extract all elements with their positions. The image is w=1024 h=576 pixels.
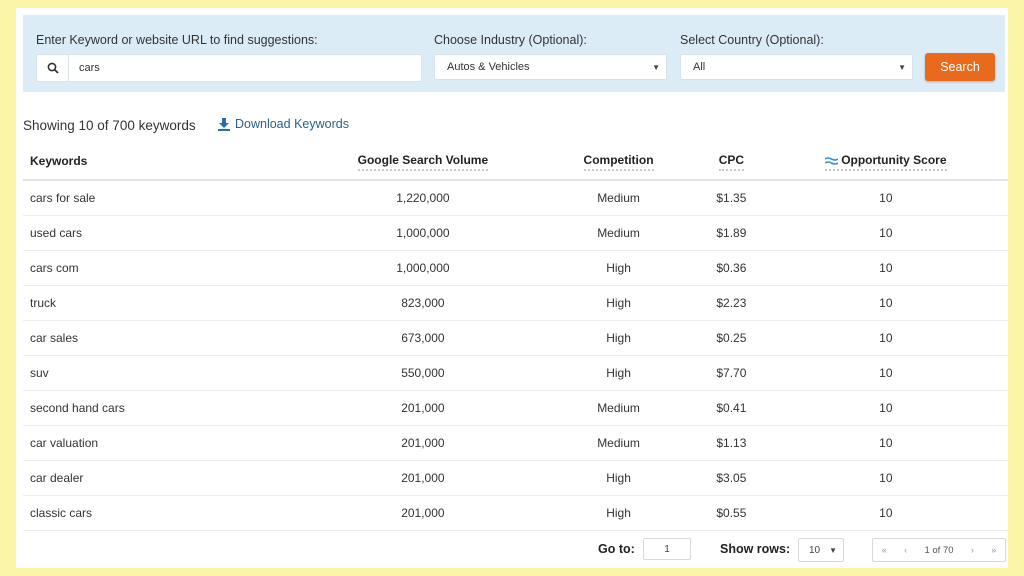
opportunity-score-cell: 10 — [763, 495, 1008, 531]
chevron-down-icon: ▼ — [898, 62, 906, 72]
cpc-cell: $1.13 — [699, 425, 764, 461]
cpc-cell: $0.25 — [699, 320, 764, 356]
competition-cell: High — [538, 355, 700, 391]
competition-cell: Medium — [538, 390, 700, 426]
first-page-button[interactable]: « — [882, 545, 887, 555]
table-row[interactable]: cars com 1,000,000 High $0.36 10 — [23, 250, 1008, 286]
table-row[interactable]: suv 550,000 High $7.70 10 — [23, 355, 1008, 391]
table-row[interactable]: classic cars 201,000 High $0.55 10 — [23, 495, 1008, 531]
cpc-cell: $3.05 — [699, 460, 764, 496]
search-volume-cell: 1,000,000 — [307, 215, 538, 251]
opportunity-score-cell: 10 — [763, 320, 1008, 356]
keyword-input-group[interactable] — [36, 54, 422, 82]
goto-label: Go to: — [598, 542, 635, 556]
prev-page-button[interactable]: ‹ — [904, 545, 907, 555]
search-volume-cell: 201,000 — [307, 425, 538, 461]
cpc-cell: $7.70 — [699, 355, 764, 391]
opportunity-score-cell: 10 — [763, 180, 1008, 216]
header-competition[interactable]: Competition — [538, 145, 700, 181]
keyword-cell: classic cars — [23, 495, 308, 531]
waves-icon — [824, 157, 839, 165]
keyword-cell: car dealer — [23, 460, 308, 496]
country-selected-value: All — [693, 61, 706, 73]
keyword-cell: cars com — [23, 250, 308, 286]
page-indicator: 1 of 70 — [924, 544, 954, 556]
header-keywords[interactable]: Keywords — [23, 145, 308, 181]
keyword-label: Enter Keyword or website URL to find sug… — [36, 33, 318, 47]
search-volume-cell: 201,000 — [307, 460, 538, 496]
results-summary: Showing 10 of 700 keywords — [23, 118, 196, 133]
competition-cell: High — [538, 250, 700, 286]
opportunity-score-cell: 10 — [763, 285, 1008, 321]
industry-label: Choose Industry (Optional): — [434, 33, 587, 47]
keyword-cell: car valuation — [23, 425, 308, 461]
header-search-volume[interactable]: Google Search Volume — [307, 145, 538, 181]
cpc-cell: $0.41 — [699, 390, 764, 426]
pagination-nav: « ‹ 1 of 70 › » — [872, 538, 1006, 562]
rows-per-page-select[interactable]: 10 ▼ — [798, 538, 844, 562]
competition-cell: Medium — [538, 215, 700, 251]
table-row[interactable]: second hand cars 201,000 Medium $0.41 10 — [23, 390, 1008, 426]
cpc-cell: $2.23 — [699, 285, 764, 321]
search-volume-cell: 1,000,000 — [307, 250, 538, 286]
competition-cell: Medium — [538, 425, 700, 461]
search-volume-cell: 1,220,000 — [307, 180, 538, 216]
header-cpc[interactable]: CPC — [699, 145, 764, 181]
search-button[interactable]: Search — [925, 53, 995, 81]
keyword-cell: truck — [23, 285, 308, 321]
search-volume-cell: 823,000 — [307, 285, 538, 321]
table-row[interactable]: car dealer 201,000 High $3.05 10 — [23, 460, 1008, 496]
opportunity-score-cell: 10 — [763, 390, 1008, 426]
industry-selected-value: Autos & Vehicles — [447, 61, 530, 73]
competition-cell: High — [538, 495, 700, 531]
table-row[interactable]: cars for sale 1,220,000 Medium $1.35 10 — [23, 180, 1008, 216]
cpc-cell: $1.35 — [699, 180, 764, 216]
search-volume-cell: 550,000 — [307, 355, 538, 391]
keyword-cell: suv — [23, 355, 308, 391]
country-select[interactable]: All ▼ — [680, 54, 913, 80]
search-icon — [37, 55, 69, 81]
keyword-cell: used cars — [23, 215, 308, 251]
download-icon — [218, 117, 230, 131]
keywords-table: Keywords Google Search Volume Competitio… — [23, 145, 1008, 531]
cpc-cell: $0.36 — [699, 250, 764, 286]
search-volume-cell: 673,000 — [307, 320, 538, 356]
header-opportunity-score[interactable]: Opportunity Score — [763, 145, 1008, 181]
table-row[interactable]: truck 823,000 High $2.23 10 — [23, 285, 1008, 321]
competition-cell: Medium — [538, 180, 700, 216]
page: Enter Keyword or website URL to find sug… — [16, 8, 1008, 568]
table-header-row: Keywords Google Search Volume Competitio… — [23, 145, 1008, 181]
opportunity-score-cell: 10 — [763, 425, 1008, 461]
cpc-cell: $0.55 — [699, 495, 764, 531]
rows-per-page-value: 10 — [809, 544, 821, 556]
download-keywords-label: Download Keywords — [235, 117, 349, 131]
table-row[interactable]: car valuation 201,000 Medium $1.13 10 — [23, 425, 1008, 461]
last-page-button[interactable]: » — [991, 545, 996, 555]
table-row[interactable]: used cars 1,000,000 Medium $1.89 10 — [23, 215, 1008, 251]
country-label: Select Country (Optional): — [680, 33, 824, 47]
competition-cell: High — [538, 320, 700, 356]
table-row[interactable]: car sales 673,000 High $0.25 10 — [23, 320, 1008, 356]
opportunity-score-cell: 10 — [763, 215, 1008, 251]
show-rows-label: Show rows: — [720, 542, 791, 556]
cpc-cell: $1.89 — [699, 215, 764, 251]
goto-page-input[interactable] — [643, 538, 691, 560]
opportunity-score-cell: 10 — [763, 355, 1008, 391]
next-page-button[interactable]: › — [971, 545, 974, 555]
competition-cell: High — [538, 460, 700, 496]
chevron-down-icon: ▼ — [829, 545, 837, 555]
opportunity-score-cell: 10 — [763, 250, 1008, 286]
search-volume-cell: 201,000 — [307, 390, 538, 426]
opportunity-score-cell: 10 — [763, 460, 1008, 496]
industry-select[interactable]: Autos & Vehicles ▼ — [434, 54, 667, 80]
competition-cell: High — [538, 285, 700, 321]
keyword-cell: second hand cars — [23, 390, 308, 426]
search-volume-cell: 201,000 — [307, 495, 538, 531]
chevron-down-icon: ▼ — [652, 62, 660, 72]
keyword-input[interactable] — [69, 61, 421, 75]
search-panel: Enter Keyword or website URL to find sug… — [23, 15, 1005, 92]
download-keywords-link[interactable]: Download Keywords — [218, 117, 349, 131]
keyword-cell: car sales — [23, 320, 308, 356]
keyword-cell: cars for sale — [23, 180, 308, 216]
